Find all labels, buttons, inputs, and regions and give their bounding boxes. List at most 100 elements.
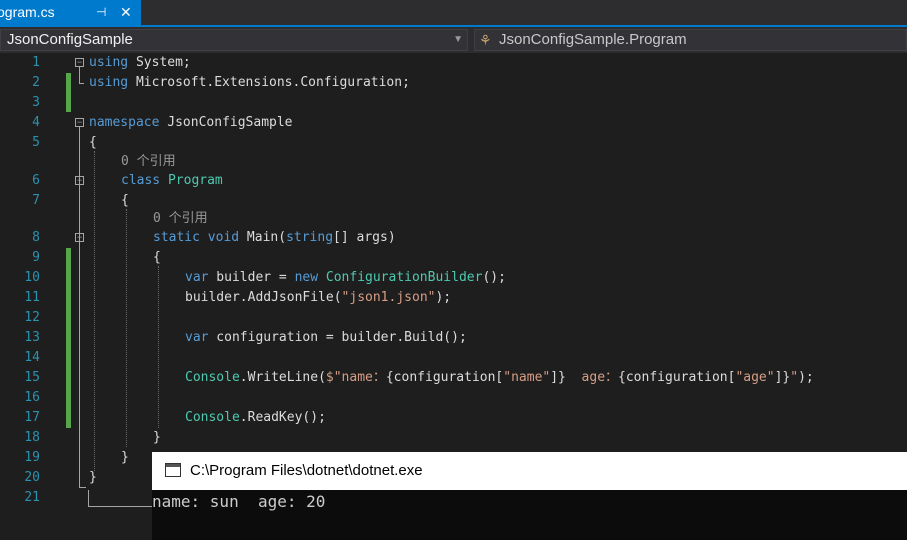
string-literal: "json1.json" bbox=[341, 290, 436, 305]
line-number: 10 bbox=[24, 270, 40, 285]
line-number: 19 bbox=[24, 450, 40, 465]
navigation-bar: JsonConfigSample ▼ ⚘ JsonConfigSample.Pr… bbox=[0, 27, 907, 53]
console-window-icon bbox=[165, 463, 181, 477]
collapse-icon[interactable]: − bbox=[75, 58, 84, 67]
outline-line bbox=[79, 487, 86, 488]
code-text: } bbox=[89, 470, 97, 485]
collapse-icon[interactable]: − bbox=[75, 176, 84, 185]
line-number: 12 bbox=[24, 310, 40, 325]
keyword: var bbox=[185, 330, 209, 345]
code-text: {configuration[ bbox=[618, 370, 736, 385]
type-name: Console bbox=[185, 410, 240, 425]
collapse-icon[interactable]: − bbox=[75, 233, 84, 242]
console-title-bar[interactable]: C:\Program Files\dotnet\dotnet.exe bbox=[152, 452, 907, 490]
outline-line bbox=[79, 83, 84, 84]
code-line: { bbox=[89, 133, 97, 153]
string-literal: "age" bbox=[735, 370, 775, 385]
code-text: JsonConfigSample bbox=[159, 115, 293, 130]
code-line: static void Main(string[] args) bbox=[153, 228, 396, 248]
tab-label: ogram.cs bbox=[0, 4, 55, 20]
keyword: using bbox=[89, 75, 129, 90]
keyword: string bbox=[286, 230, 334, 245]
code-line: namespace JsonConfigSample bbox=[89, 113, 293, 133]
line-number: 8 bbox=[32, 230, 40, 245]
line-number: 20 bbox=[24, 470, 40, 485]
code-text: } bbox=[153, 430, 161, 445]
keyword: static void bbox=[153, 230, 240, 245]
code-line: } bbox=[153, 428, 161, 448]
line-number: 13 bbox=[24, 330, 40, 345]
keyword: class bbox=[121, 173, 161, 188]
line-number: 3 bbox=[32, 95, 40, 110]
code-line: class Program bbox=[121, 171, 223, 191]
code-line: builder.AddJsonFile("json1.json"); bbox=[185, 288, 451, 308]
indent-guide bbox=[94, 151, 95, 471]
keyword: var bbox=[185, 270, 209, 285]
code-line: var configuration = builder.Build(); bbox=[185, 328, 467, 348]
code-line: } bbox=[89, 468, 97, 488]
console-title: C:\Program Files\dotnet\dotnet.exe bbox=[190, 462, 423, 479]
code-text: { bbox=[153, 250, 161, 265]
outline-line bbox=[88, 506, 152, 507]
line-number: 9 bbox=[32, 250, 40, 265]
code-line: using System; bbox=[89, 53, 191, 73]
project-dropdown[interactable]: JsonConfigSample ▼ bbox=[0, 29, 468, 51]
keyword: using bbox=[89, 55, 129, 70]
line-number: 15 bbox=[24, 370, 40, 385]
code-line: Console.WriteLine($"name：{configuration[… bbox=[185, 368, 814, 388]
line-number: 18 bbox=[24, 430, 40, 445]
line-number: 2 bbox=[32, 75, 40, 90]
code-text: .WriteLine( bbox=[239, 370, 326, 385]
document-tab-bar: ogram.cs ⊣ ✕ bbox=[0, 0, 907, 25]
collapse-icon[interactable]: − bbox=[75, 118, 84, 127]
code-text: Microsoft.Extensions.Configuration; bbox=[128, 75, 410, 90]
chevron-down-icon: ▼ bbox=[453, 34, 463, 45]
code-line: var builder = new ConfigurationBuilder()… bbox=[185, 268, 506, 288]
code-text: {configuration[ bbox=[385, 370, 504, 385]
type-name: ConfigurationBuilder bbox=[325, 270, 483, 285]
code-line: { bbox=[153, 248, 161, 268]
string-literal: "name" bbox=[503, 370, 551, 385]
code-line: } bbox=[121, 448, 129, 468]
string-literal: " bbox=[790, 370, 799, 385]
line-number: 1 bbox=[32, 55, 40, 70]
code-text: ); bbox=[435, 290, 452, 305]
member-dropdown[interactable]: ⚘ JsonConfigSample.Program bbox=[474, 29, 907, 51]
class-icon: ⚘ bbox=[479, 32, 492, 48]
line-number: 16 bbox=[24, 390, 40, 405]
codelens-references[interactable]: 0 个引用 bbox=[153, 210, 208, 228]
codelens-references[interactable]: 0 个引用 bbox=[121, 153, 176, 171]
indent-guide bbox=[158, 266, 159, 428]
code-text: System; bbox=[128, 55, 191, 70]
type-name: Program bbox=[167, 173, 223, 188]
type-name: Console bbox=[185, 370, 240, 385]
outline-line bbox=[88, 490, 89, 506]
code-text: builder = bbox=[208, 270, 295, 285]
code-text: { bbox=[89, 135, 97, 150]
code-text: .ReadKey(); bbox=[239, 410, 326, 425]
pin-icon[interactable]: ⊣ bbox=[96, 0, 106, 25]
line-number: 17 bbox=[24, 410, 40, 425]
code-text: { bbox=[121, 193, 129, 208]
change-indicator bbox=[66, 248, 71, 428]
keyword: namespace bbox=[89, 115, 160, 130]
line-number: 14 bbox=[24, 350, 40, 365]
line-number: 6 bbox=[32, 173, 40, 188]
member-dropdown-label: JsonConfigSample.Program bbox=[499, 31, 687, 48]
code-text: builder.AddJsonFile( bbox=[185, 290, 342, 305]
code-text: (); bbox=[482, 270, 506, 285]
tab-program-cs[interactable]: ogram.cs ⊣ ✕ bbox=[0, 0, 141, 25]
code-line: { bbox=[121, 191, 129, 211]
console-window[interactable]: C:\Program Files\dotnet\dotnet.exe name:… bbox=[152, 452, 907, 540]
code-text: ]} bbox=[774, 370, 791, 385]
line-number: 7 bbox=[32, 193, 40, 208]
code-text: ); bbox=[798, 370, 814, 385]
close-icon[interactable]: ✕ bbox=[120, 0, 132, 25]
code-text: [] args) bbox=[333, 230, 396, 245]
code-text: Main( bbox=[239, 230, 287, 245]
line-number: 5 bbox=[32, 135, 40, 150]
change-indicator bbox=[66, 73, 71, 112]
indent-guide bbox=[126, 209, 127, 447]
code-text: configuration = builder.Build(); bbox=[208, 330, 467, 345]
string-literal: age： bbox=[565, 370, 619, 385]
